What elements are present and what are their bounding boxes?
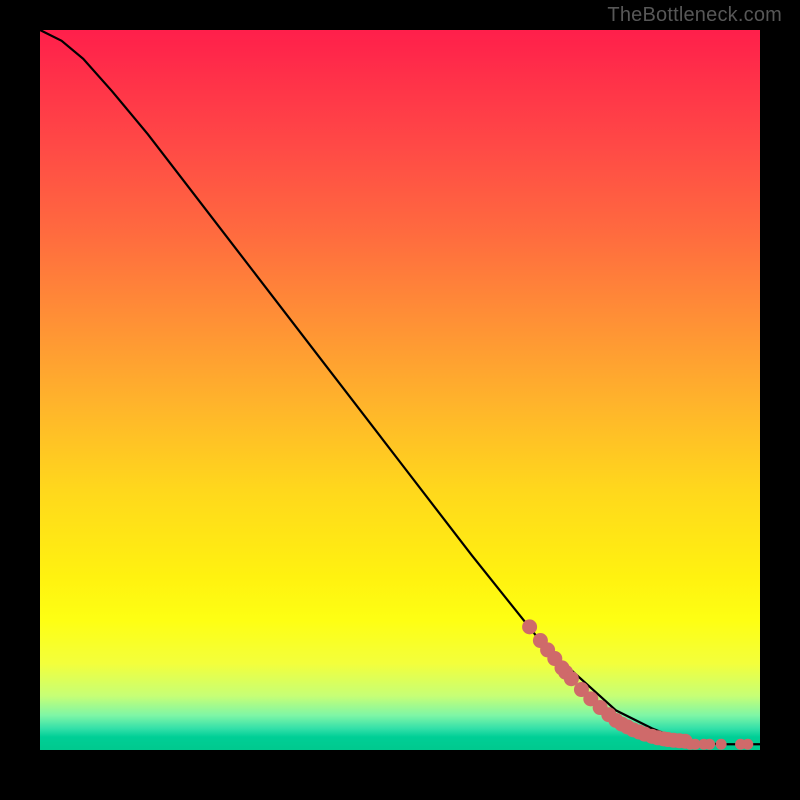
data-point — [672, 733, 687, 748]
data-point — [583, 691, 598, 706]
data-point — [637, 727, 652, 742]
data-point — [660, 732, 675, 747]
dots-flat — [685, 739, 754, 750]
data-point — [614, 717, 629, 732]
data-point — [678, 734, 693, 749]
data-point — [704, 739, 715, 750]
data-point — [632, 725, 647, 740]
data-point — [609, 713, 624, 728]
bottleneck-curve — [40, 30, 760, 744]
data-point — [666, 733, 681, 748]
data-point — [547, 651, 562, 666]
plot-area — [40, 30, 760, 750]
data-point — [522, 619, 537, 634]
data-point — [690, 739, 701, 750]
data-point — [626, 722, 641, 737]
data-point — [698, 739, 709, 750]
data-point — [716, 739, 727, 750]
data-point — [601, 707, 616, 722]
data-point — [540, 642, 555, 657]
data-point — [735, 739, 746, 750]
chart-svg — [40, 30, 760, 750]
data-point — [574, 682, 589, 697]
data-point — [620, 719, 635, 734]
data-point — [564, 671, 579, 686]
attribution-text: TheBottleneck.com — [607, 4, 782, 27]
data-point — [533, 633, 548, 648]
data-point — [645, 729, 660, 744]
data-point — [558, 665, 573, 680]
data-point — [650, 730, 665, 745]
data-point — [742, 739, 753, 750]
dots-on-curve — [522, 619, 693, 748]
chart-frame: TheBottleneck.com — [0, 0, 800, 800]
data-point — [593, 700, 608, 715]
data-point — [656, 731, 671, 746]
data-point — [685, 739, 696, 750]
data-point — [555, 660, 570, 675]
